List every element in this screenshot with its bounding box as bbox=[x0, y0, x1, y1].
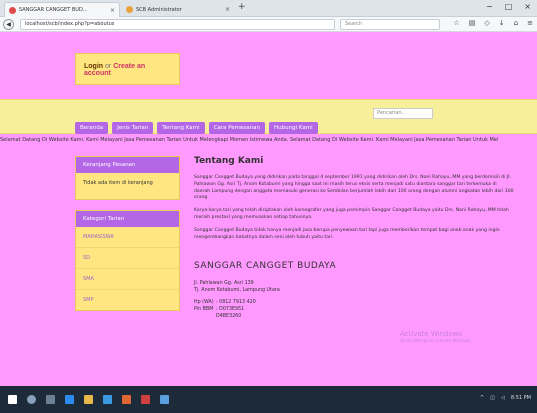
about-paragraph-3: Sanggar Cangget Budaya tidak hanya menja… bbox=[194, 227, 500, 240]
address-line-2: Tj. Anom Kotabumi, Lampung Utara bbox=[194, 288, 280, 294]
address-line-1: Jl. Pahlawan Gg. Asri 139 bbox=[194, 281, 254, 287]
login-link[interactable]: Login bbox=[84, 63, 103, 70]
contact-info: Hp (WA): 0812 7913 420 Pin BBM: D073E951… bbox=[194, 299, 514, 320]
window-controls: − □ × bbox=[486, 2, 531, 11]
main-menu: Beranda Jenis Tarian Tentang Kami Cara P… bbox=[75, 122, 318, 134]
menu-item-tentang-kami[interactable]: Tentang Kami bbox=[157, 122, 205, 134]
tab-title: SANGGAR CANGGET BUD... bbox=[19, 7, 88, 13]
contact-row: D4BE3260 bbox=[216, 314, 242, 320]
contact-row: Hp (WA): 0812 7913 420 bbox=[194, 300, 256, 306]
tab-title: SCB Administrator bbox=[136, 6, 182, 13]
back-button[interactable]: ◀ bbox=[3, 19, 14, 30]
favicon-icon bbox=[9, 6, 16, 14]
firefox-icon[interactable] bbox=[122, 395, 131, 404]
windows-start-icon[interactable] bbox=[8, 395, 17, 404]
maximize-button[interactable]: □ bbox=[505, 2, 513, 11]
close-icon[interactable]: × bbox=[110, 7, 115, 14]
screen: SANGGAR CANGGET BUD... × SCB Administrat… bbox=[0, 0, 537, 413]
bookmark-star-icon[interactable]: ☆ bbox=[454, 19, 460, 27]
close-icon[interactable]: × bbox=[225, 6, 230, 13]
browser-tabbar: SANGGAR CANGGET BUD... × SCB Administrat… bbox=[0, 0, 537, 17]
browser-navbar: ◀ localhost/scb/index.php?p=aboutus Sear… bbox=[0, 17, 537, 32]
library-icon[interactable]: ▤ bbox=[469, 19, 476, 27]
task-view-icon[interactable] bbox=[46, 395, 55, 404]
category-link-smp[interactable]: SMP bbox=[76, 290, 179, 310]
or-text: or bbox=[105, 63, 112, 70]
volume-icon[interactable]: ◁ bbox=[501, 395, 505, 401]
org-name: SANGGAR CANGGET BUDAYA bbox=[194, 261, 337, 272]
new-tab-button[interactable]: + bbox=[238, 2, 246, 12]
edge-icon[interactable] bbox=[65, 395, 74, 404]
address: Jl. Pahlawan Gg. Asri 139 Tj. Anom Kotab… bbox=[194, 280, 514, 294]
url-bar[interactable]: localhost/scb/index.php?p=aboutus bbox=[20, 19, 335, 30]
pocket-icon[interactable]: ◇ bbox=[484, 19, 489, 27]
category-box: Kategori Tarian MAHASISWA SD SMA SMP bbox=[75, 210, 180, 311]
menu-icon[interactable]: ≡ bbox=[527, 19, 533, 27]
home-icon[interactable]: ⌂ bbox=[514, 19, 518, 27]
about-paragraph-1: Sanggar Cangget Budaya yang didirikan pa… bbox=[194, 175, 514, 201]
search-icon[interactable] bbox=[27, 395, 36, 404]
taskbar: ^ ◫ ◁ 8:51 PM bbox=[0, 386, 537, 413]
menu-item-jenis-tarian[interactable]: Jenis Tarian bbox=[112, 122, 154, 134]
login-box: Login or Create an account bbox=[75, 53, 180, 85]
toolbar-icons: ☆ ▤ ◇ ↓ ⌂ ≡ bbox=[454, 19, 534, 27]
favicon-icon bbox=[126, 6, 133, 13]
category-link-sma[interactable]: SMA bbox=[76, 269, 179, 290]
tab-sanggar[interactable]: SANGGAR CANGGET BUD... × bbox=[4, 2, 120, 17]
menu-item-beranda[interactable]: Beranda bbox=[75, 122, 109, 134]
tray-arrow-icon[interactable]: ^ bbox=[480, 395, 484, 401]
system-tray: ^ ◫ ◁ 8:51 PM bbox=[480, 395, 531, 401]
main-content: Tentang Kami Sanggar Cangget Budaya yang… bbox=[194, 156, 514, 320]
file-explorer-icon[interactable] bbox=[84, 395, 93, 404]
minimize-button[interactable]: − bbox=[486, 2, 493, 11]
menu-item-cara-pemesanan[interactable]: Cara Pemesanan bbox=[208, 122, 265, 134]
sidebar: Keranjang Pesanan Tidak ada item di kera… bbox=[75, 156, 180, 321]
category-link-mahasiswa[interactable]: MAHASISWA bbox=[76, 227, 179, 248]
contact-row: Pin BBM: D073E951 bbox=[194, 307, 245, 313]
web-page: Login or Create an account Pencarian.. B… bbox=[0, 32, 537, 386]
download-icon[interactable]: ↓ bbox=[499, 19, 505, 27]
welcome-marquee: Selamat Datang Di Website Kami. Kami Mel… bbox=[0, 137, 499, 143]
close-window-button[interactable]: × bbox=[524, 2, 531, 11]
cart-empty-text: Tidak ada item di keranjang bbox=[83, 180, 153, 186]
about-paragraph-2: Karya-karya tari yang telah diciptakan o… bbox=[194, 208, 509, 220]
clock[interactable]: 8:51 PM bbox=[511, 395, 531, 401]
activation-watermark: Activate Windows Go to Settings to activ… bbox=[400, 330, 472, 343]
network-icon[interactable]: ◫ bbox=[490, 395, 495, 401]
category-title: Kategori Tarian bbox=[76, 211, 179, 227]
cart-title: Keranjang Pesanan bbox=[76, 157, 179, 173]
menu-item-hubungi-kami[interactable]: Hubungi Kami bbox=[269, 122, 318, 134]
app-icon[interactable] bbox=[160, 395, 169, 404]
category-link-sd[interactable]: SD bbox=[76, 248, 179, 269]
site-search-input[interactable]: Pencarian.. bbox=[373, 108, 433, 119]
app-icon[interactable] bbox=[141, 395, 150, 404]
tab-admin[interactable]: SCB Administrator × bbox=[122, 2, 234, 17]
page-title: Tentang Kami bbox=[194, 156, 264, 166]
cart-box: Keranjang Pesanan Tidak ada item di kera… bbox=[75, 156, 180, 200]
store-icon[interactable] bbox=[103, 395, 112, 404]
nav-strip: Pencarian.. Beranda Jenis Tarian Tentang… bbox=[0, 99, 537, 134]
browser-search-input[interactable]: Search bbox=[340, 19, 440, 30]
